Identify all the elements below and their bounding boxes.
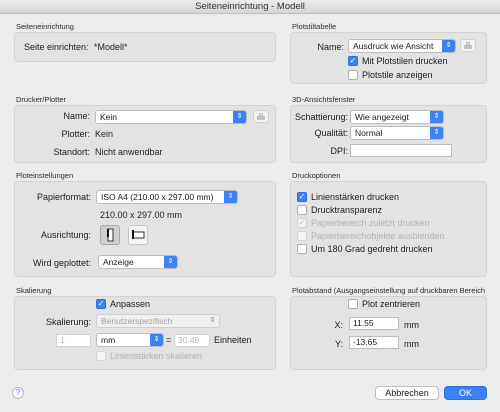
papierformat-value: ISO A4 (210.00 x 297.00 mm): [101, 192, 214, 202]
portrait-orientation-icon: [107, 228, 114, 242]
schattierung-label: Schattierung:: [294, 112, 348, 122]
standort-value: Nicht anwendbar: [95, 147, 163, 157]
equals-sign: =: [166, 335, 172, 345]
window-titlebar: Seiteneinrichtung - Modell: [0, 0, 500, 14]
scale-left-input[interactable]: 1: [56, 334, 91, 347]
y-input[interactable]: -13.65: [349, 336, 399, 349]
ok-button[interactable]: OK: [444, 386, 487, 400]
papierbereichobjekte-label: Papierbereichobjekte ausblenden: [311, 231, 445, 241]
help-icon[interactable]: ?: [12, 387, 24, 399]
help-button-label: ?: [15, 388, 21, 397]
section-header-druckoptionen: Druckoptionen: [292, 171, 341, 180]
section-header-drucker: Drucker/Plotter: [16, 95, 67, 104]
dpi-input[interactable]: [350, 144, 452, 157]
section-header-plotabstand: Plotabstand (Ausgangseinstellung auf dru…: [292, 286, 486, 295]
anpassen-checkbox[interactable]: ✓: [96, 299, 106, 309]
y-label: Y:: [334, 339, 343, 349]
plot-zentrieren-checkbox[interactable]: [348, 299, 358, 309]
papierbereichobjekte-checkbox[interactable]: [297, 231, 307, 241]
plotstil-edit-icon: [460, 39, 476, 52]
drucker-name-value: Kein: [100, 112, 118, 122]
gedreht-drucken-label: Um 180 Grad gedreht drucken: [311, 244, 433, 254]
drucker-name-popup[interactable]: Kein ⇕: [95, 110, 247, 124]
chevron-updown-icon: ⇕: [442, 40, 455, 52]
x-unit: mm: [404, 320, 419, 330]
dpi-label: DPI:: [330, 146, 348, 156]
wird-geplottet-label: Wird geplottet:: [32, 258, 91, 268]
plotstil-name-label: Name:: [317, 42, 344, 52]
chevron-updown-icon: ⇕: [430, 111, 443, 123]
chevron-updown-icon: ⇕: [224, 191, 237, 203]
landscape-orientation-icon: [132, 230, 145, 239]
chevron-updown-icon: ⇕: [164, 256, 177, 268]
linienstaerken-drucken-checkbox[interactable]: ✓: [297, 192, 307, 202]
mit-plotstilen-label: Mit Plotstilen drucken: [362, 56, 448, 66]
unit-value: mm: [101, 335, 116, 345]
chevron-updown-icon: ⇕: [150, 334, 163, 346]
plotstil-name-value: Ausdruck wie Ansicht: [353, 41, 434, 51]
seite-einrichten-label: Seite einrichten:: [24, 42, 89, 52]
unit-popup[interactable]: mm ⇕: [96, 333, 164, 347]
schattierung-value: Wie angezeigt: [355, 112, 409, 122]
anpassen-label: Anpassen: [110, 299, 151, 309]
schattierung-popup[interactable]: Wie angezeigt ⇕: [350, 110, 444, 124]
standort-label: Standort:: [53, 147, 90, 157]
y-unit: mm: [404, 339, 419, 349]
papierbereich-zuletzt-checkbox[interactable]: ✓: [297, 218, 307, 228]
drucktransparenz-checkbox[interactable]: [297, 205, 307, 215]
ausrichtung-label: Ausrichtung:: [40, 230, 91, 240]
section-header-ploteinstellungen: Ploteinstellungen: [16, 171, 74, 180]
plot-zentrieren-label: Plot zentrieren: [362, 299, 421, 309]
wird-geplottet-popup[interactable]: Anzeige ⇕: [98, 255, 178, 269]
einheiten-label: Einheiten: [214, 335, 252, 345]
section-header-plotstiltabelle: Plotstiltabelle: [292, 22, 337, 31]
linienstaerken-skalieren-checkbox[interactable]: [96, 351, 106, 361]
section-header-skalierung: Skalierung: [16, 286, 52, 295]
section-header-seiteneinrichtung: Seiteneinrichtung: [16, 22, 74, 31]
portrait-orientation-button[interactable]: [100, 225, 120, 245]
papierbereich-zuletzt-label: Papierbereich zuletzt drucken: [311, 218, 430, 228]
skalierung-label: Skalierung:: [45, 317, 91, 327]
wird-geplottet-value: Anzeige: [103, 257, 134, 267]
gedreht-drucken-checkbox[interactable]: [297, 244, 307, 254]
chevron-updown-icon: ⇕: [209, 317, 216, 324]
landscape-orientation-button[interactable]: [128, 225, 148, 245]
x-input[interactable]: 11.55: [349, 317, 399, 330]
chevron-updown-icon: ⇕: [233, 111, 246, 123]
scale-right-input[interactable]: 30.49: [174, 334, 210, 347]
printer-properties-icon: [253, 110, 269, 123]
section-header-3d: 3D-Ansichtsfenster: [292, 95, 356, 104]
seite-einrichten-value: *Modell*: [94, 42, 128, 52]
qualitaet-popup[interactable]: Normal ⇕: [350, 126, 444, 140]
drucktransparenz-label: Drucktransparenz: [311, 205, 383, 215]
plotstile-anzeigen-checkbox[interactable]: [348, 70, 358, 80]
plotstil-name-popup[interactable]: Ausdruck wie Ansicht ⇕: [348, 39, 456, 53]
chevron-updown-icon: ⇕: [430, 127, 443, 139]
mit-plotstilen-checkbox[interactable]: ✓: [348, 56, 358, 66]
plotter-value: Kein: [95, 129, 114, 139]
window-title: Seiteneinrichtung - Modell: [195, 1, 305, 12]
qualitaet-label: Qualität:: [314, 128, 348, 138]
paper-size-text: 210.00 x 297.00 mm: [100, 210, 183, 220]
linienstaerken-drucken-label: Linienstärken drucken: [311, 192, 400, 202]
skalierung-popup[interactable]: Benutzerspezifisch ⇕: [96, 314, 220, 328]
plotter-label: Plotter:: [61, 129, 90, 139]
papierformat-popup[interactable]: ISO A4 (210.00 x 297.00 mm) ⇕: [96, 190, 238, 204]
plotstile-anzeigen-label: Plotstile anzeigen: [362, 70, 433, 80]
papierformat-label: Papierformat:: [36, 192, 91, 202]
skalierung-value: Benutzerspezifisch: [101, 316, 173, 326]
qualitaet-value: Normal: [355, 128, 383, 138]
drucker-name-label: Name:: [63, 111, 90, 121]
x-label: X:: [334, 320, 343, 330]
linienstaerken-skalieren-label: Linienstärken skalieren: [110, 351, 203, 361]
cancel-button[interactable]: Abbrechen: [375, 386, 439, 400]
